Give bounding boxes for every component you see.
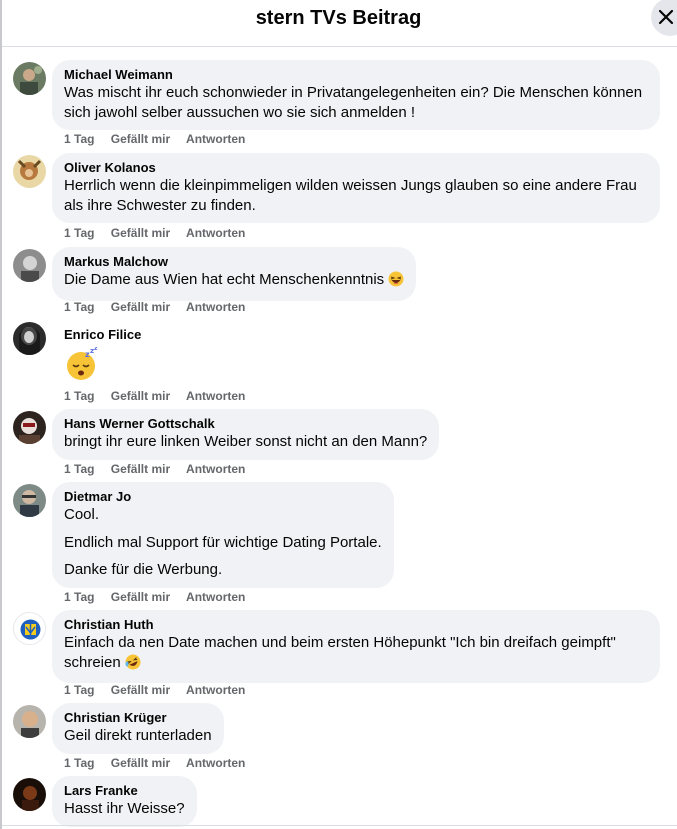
comment-paragraph: Danke für die Werbung.: [64, 561, 223, 578]
reply-button[interactable]: Antworten: [186, 389, 245, 403]
comment-text: Einfach da nen Date machen und beim erst…: [64, 633, 648, 675]
comment-paragraph: Geil direkt runterladen: [64, 727, 212, 744]
comment-paragraph: Einfach da nen Date machen und beim erst…: [64, 634, 616, 671]
comment-text: Herrlich wenn die kleinpimmeligen wilden…: [64, 176, 648, 215]
like-button[interactable]: Gefällt mir: [111, 756, 170, 770]
reply-button[interactable]: Antworten: [186, 226, 245, 240]
reply-button[interactable]: Antworten: [186, 462, 245, 476]
comment-bubble: Lars Franke Hasst ihr Weisse?: [52, 776, 197, 827]
comment-timestamp[interactable]: 1 Tag: [64, 300, 94, 314]
avatar[interactable]: [13, 705, 46, 738]
comment-author[interactable]: Michael Weimann: [64, 67, 648, 83]
comment-text: Cool. Endlich mal Support für wichtige D…: [64, 505, 382, 580]
comment-actions: 1 Tag Gefällt mir Antworten: [64, 300, 258, 314]
comment-paragraph: Endlich mal Support für wichtige Dating …: [64, 533, 382, 551]
comment-bubble: Dietmar Jo Cool. Endlich mal Support für…: [52, 482, 394, 588]
dialog-divider: [2, 825, 677, 826]
comment-timestamp[interactable]: 1 Tag: [64, 756, 94, 770]
comment-actions: 1 Tag Gefällt mir Antworten: [64, 132, 258, 146]
avatar[interactable]: [13, 155, 46, 188]
comment-paragraph: Was mischt ihr euch schonwieder in Priva…: [64, 84, 643, 121]
like-button[interactable]: Gefällt mir: [111, 226, 170, 240]
comment-paragraph: Herrlich wenn die kleinpimmeligen wilden…: [64, 177, 637, 214]
comment-timestamp[interactable]: 1 Tag: [64, 389, 94, 403]
comment-paragraph: Cool.: [64, 506, 100, 523]
comment-author[interactable]: Dietmar Jo: [64, 489, 382, 505]
comment-actions: 1 Tag Gefällt mir Antworten: [64, 683, 258, 697]
reply-button[interactable]: Antworten: [186, 590, 245, 604]
dialog-title: stern TVs Beitrag: [255, 6, 422, 29]
comment-author[interactable]: Oliver Kolanos: [64, 160, 648, 176]
comment-author[interactable]: Lars Franke: [64, 783, 185, 799]
laughing-emoji-icon: [388, 271, 404, 293]
comment-text: Geil direkt runterladen: [64, 726, 212, 746]
comment-text: Hasst ihr Weisse?: [64, 799, 185, 819]
close-button[interactable]: [651, 0, 677, 36]
comment-timestamp[interactable]: 1 Tag: [64, 683, 94, 697]
avatar[interactable]: [13, 778, 46, 811]
like-button[interactable]: Gefällt mir: [111, 300, 170, 314]
comment-paragraph: Die Dame aus Wien hat echt Menschenkennt…: [64, 271, 385, 288]
comment-bubble: Christian Huth Einfach da nen Date mache…: [52, 610, 660, 683]
like-button[interactable]: Gefällt mir: [111, 683, 170, 697]
like-button[interactable]: Gefällt mir: [111, 389, 170, 403]
avatar[interactable]: [13, 62, 46, 95]
comment-bubble: Enrico Filice zzz: [52, 320, 153, 394]
comment-text: bringt ihr eure linken Weiber sonst nich…: [64, 432, 427, 452]
comment-actions: 1 Tag Gefällt mir Antworten: [64, 756, 258, 770]
reply-button[interactable]: Antworten: [186, 300, 245, 314]
avatar[interactable]: [13, 484, 46, 517]
comment-bubble: Christian Krüger Geil direkt runterladen: [52, 703, 224, 754]
close-icon: [658, 9, 674, 25]
comment-bubble: Oliver Kolanos Herrlich wenn die kleinpi…: [52, 153, 660, 223]
comment-bubble: Markus Malchow Die Dame aus Wien hat ech…: [52, 247, 417, 301]
comment-author[interactable]: Christian Huth: [64, 617, 648, 633]
sleeping-emoji-icon: zzz: [64, 345, 100, 386]
comment-author[interactable]: Enrico Filice: [64, 327, 141, 343]
reply-button[interactable]: Antworten: [186, 683, 245, 697]
comment-text: Die Dame aus Wien hat echt Menschenkennt…: [64, 270, 404, 293]
comment-actions: 1 Tag Gefällt mir Antworten: [64, 462, 258, 476]
comment-actions: 1 Tag Gefällt mir Antworten: [64, 226, 258, 240]
comment-paragraph: Hasst ihr Weisse?: [64, 800, 185, 817]
avatar[interactable]: [13, 249, 46, 282]
reply-button[interactable]: Antworten: [186, 132, 245, 146]
comment-bubble: Hans Werner Gottschalk bringt ihr eure l…: [52, 409, 440, 460]
like-button[interactable]: Gefällt mir: [111, 132, 170, 146]
comment-timestamp[interactable]: 1 Tag: [64, 462, 94, 476]
avatar[interactable]: [13, 612, 46, 645]
comment-author[interactable]: Markus Malchow: [64, 254, 404, 270]
avatar[interactable]: [13, 411, 46, 444]
avatar[interactable]: [13, 322, 46, 355]
comment-timestamp[interactable]: 1 Tag: [64, 590, 94, 604]
svg-text:z: z: [94, 347, 98, 352]
comment-bubble: Michael Weimann Was mischt ihr euch scho…: [52, 60, 660, 130]
comment-actions: 1 Tag Gefällt mir Antworten: [64, 590, 258, 604]
comment-timestamp[interactable]: 1 Tag: [64, 226, 94, 240]
like-button[interactable]: Gefällt mir: [111, 590, 170, 604]
comment-text: Was mischt ihr euch schonwieder in Priva…: [64, 83, 648, 122]
like-button[interactable]: Gefällt mir: [111, 462, 170, 476]
comment-timestamp[interactable]: 1 Tag: [64, 132, 94, 146]
comment-actions: 1 Tag Gefällt mir Antworten: [64, 389, 258, 403]
comment-author[interactable]: Christian Krüger: [64, 710, 212, 726]
comment-author[interactable]: Hans Werner Gottschalk: [64, 416, 427, 432]
dialog-header: stern TVs Beitrag: [2, 0, 677, 47]
comment-paragraph: bringt ihr eure linken Weiber sonst nich…: [64, 433, 428, 450]
comments-dialog: stern TVs Beitrag Michael Weimann Was mi…: [2, 0, 677, 829]
rofl-emoji-icon: [125, 654, 141, 676]
reply-button[interactable]: Antworten: [186, 756, 245, 770]
